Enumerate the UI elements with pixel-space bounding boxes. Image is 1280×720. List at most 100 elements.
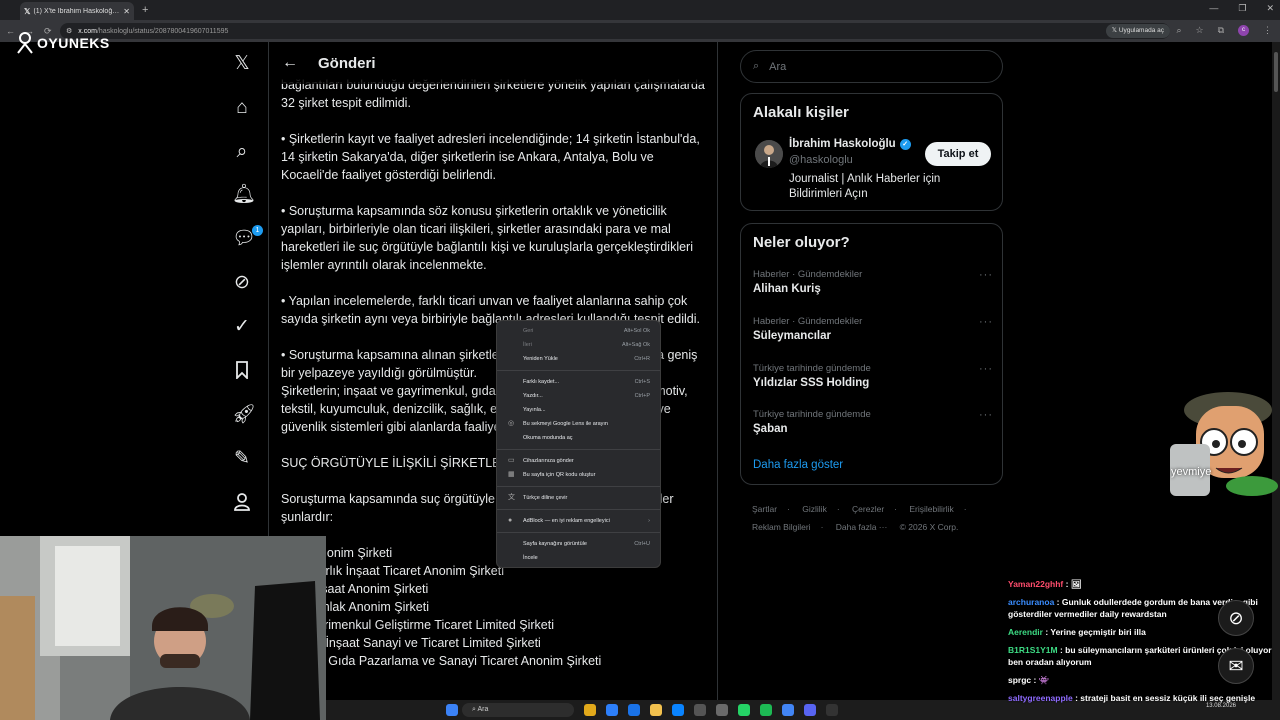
notifications-bell-icon[interactable]: 🔔︎ — [232, 185, 256, 205]
messages-icon[interactable]: 💬︎ 1 — [232, 225, 263, 249]
trends-title: Neler oluyor? — [753, 234, 850, 251]
chat-text: 👾 — [1038, 675, 1050, 685]
menu-item-label: Bu sekmeyi Google Lens ile arayın — [523, 421, 608, 427]
back-nav-icon[interactable]: ← — [6, 26, 15, 36]
context-menu-item[interactable]: İncele — [497, 551, 660, 565]
chat-username[interactable]: B1R1S1Y1M — [1008, 645, 1058, 655]
grok-icon[interactable]: ⊘ — [232, 273, 252, 293]
extensions-icon[interactable]: ⧉ — [1218, 25, 1224, 36]
bookmarks-icon[interactable] — [232, 361, 252, 381]
scrollbar-thumb[interactable] — [1274, 52, 1278, 92]
person-handle[interactable]: @haskologlu — [789, 154, 853, 166]
avatar[interactable] — [755, 140, 783, 168]
close-window-icon[interactable]: ✕ — [1266, 3, 1274, 14]
x-logo-icon[interactable]: 𝕏 — [232, 54, 252, 74]
taskbar-app-icon[interactable] — [716, 704, 728, 716]
context-menu-item[interactable]: Okuma modunda aç — [497, 431, 660, 445]
chat-separator: : — [1031, 675, 1039, 685]
menu-item-label: İncele — [523, 555, 538, 561]
footer-link[interactable]: Reklam Bilgileri — [752, 522, 811, 532]
explore-search-icon[interactable]: ⌕ — [232, 142, 252, 162]
menu-item-label: İleri — [523, 342, 532, 348]
zoom-icon[interactable]: ⌕ — [1176, 25, 1181, 36]
edit-list-icon[interactable]: ✎ — [232, 449, 252, 469]
footer-link[interactable]: Erişilebilirlik — [909, 504, 953, 514]
search-placeholder: Ara — [769, 60, 787, 73]
taskbar-app-icon[interactable] — [606, 704, 618, 716]
menu-separator — [497, 486, 660, 487]
minimize-icon[interactable]: — — [1209, 3, 1218, 14]
chat-username[interactable]: Aerendir — [1008, 627, 1043, 637]
context-menu-item[interactable]: 文 Türkçe diline çevir — [497, 491, 660, 505]
rocket-icon[interactable]: 🚀︎ — [232, 405, 256, 425]
more-options-icon[interactable]: ··· — [979, 409, 993, 421]
taskbar-app-icon[interactable] — [628, 704, 640, 716]
context-menu-item[interactable]: İleri Alt+Sağ Ok — [497, 338, 660, 352]
chat-username[interactable]: saltygreenapple — [1008, 693, 1073, 703]
taskbar-app-icon[interactable] — [694, 704, 706, 716]
taskbar-app-icon[interactable] — [738, 704, 750, 716]
context-menu-item[interactable]: Yayınla... — [497, 403, 660, 417]
address-bar[interactable]: ⚙ x.com/haskologlu/status/20878004196070… — [60, 23, 1170, 39]
context-menu-item[interactable]: Yazdır... Ctrl+P — [497, 389, 660, 403]
search-icon: ⌕ — [753, 60, 760, 72]
more-options-icon[interactable]: ··· — [979, 316, 993, 328]
menu-item-label: Yazdır... — [523, 393, 543, 399]
home-icon[interactable]: ⌂ — [232, 98, 252, 118]
trend-item[interactable]: Türkiye tarihinde gündemde Yıldızlar SSS… — [753, 363, 993, 389]
spotify-icon[interactable] — [760, 704, 772, 716]
maximize-icon[interactable]: ❐ — [1238, 3, 1246, 14]
menu-kebab-icon[interactable]: ⋮ — [1263, 25, 1272, 36]
menu-item-label: Sayfa kaynağını görüntüle — [523, 541, 587, 547]
taskbar-app-icon[interactable] — [826, 704, 838, 716]
trend-item[interactable]: Türkiye tarihinde gündemde Şaban ··· — [753, 409, 993, 435]
context-menu-item[interactable]: Yeniden Yükle Ctrl+R — [497, 352, 660, 366]
chat-username[interactable]: Yaman22ghhf — [1008, 579, 1063, 589]
follow-button[interactable]: Takip et — [925, 142, 991, 166]
menu-item-label: Geri — [523, 328, 534, 334]
context-menu-item[interactable]: ▭ Cihazlarınıza gönder — [497, 454, 660, 468]
chrome-icon[interactable] — [782, 704, 794, 716]
profile-avatar[interactable]: c — [1238, 25, 1249, 36]
search-input[interactable]: ⌕ Ara — [740, 50, 1003, 83]
context-menu-item[interactable]: ◎ Bu sekmeyi Google Lens ile arayın — [497, 417, 660, 431]
footer-link[interactable]: Çerezler — [852, 504, 884, 514]
footer-link[interactable]: Daha fazla ··· — [836, 522, 888, 532]
browser-tab[interactable]: 𝕏 (1) X'te İbrahim Haskoloğlu: "S... ✕ — [20, 2, 134, 20]
chat-username[interactable]: sprgc — [1008, 675, 1031, 685]
new-tab-icon[interactable]: + — [142, 4, 148, 16]
more-options-icon[interactable]: ··· — [979, 363, 993, 375]
context-menu-item[interactable]: ▦ Bu sayfa için QR kodu oluştur — [497, 468, 660, 482]
window-controls: — ❐ ✕ — [1209, 3, 1274, 14]
show-more-link[interactable]: Daha fazla göster — [753, 459, 843, 471]
folder-icon[interactable] — [650, 704, 662, 716]
context-menu-item[interactable]: Geri Alt+Sol Ok — [497, 324, 660, 338]
footer-link[interactable]: Gizlilik — [802, 504, 827, 514]
taskbar-app-icon[interactable] — [672, 704, 684, 716]
menu-item-shortcut: Ctrl+S — [634, 379, 650, 385]
person-name[interactable]: İbrahim Haskoloğlu ✓ — [789, 138, 911, 150]
context-menu-item[interactable]: Sayfa kaynağını görüntüle Ctrl+U — [497, 537, 660, 551]
verified-check-icon[interactable]: ✓ — [232, 317, 252, 337]
taskbar-app-icon[interactable] — [804, 704, 816, 716]
taskbar-app-icon[interactable] — [584, 704, 596, 716]
profile-icon[interactable] — [232, 493, 252, 513]
trend-item[interactable]: Haberler · Gündemdekiler Süleymancılar ·… — [753, 316, 993, 342]
chat-text: 🖼 — [1070, 579, 1082, 589]
trend-item[interactable]: Haberler · Gündemdekiler Alihan Kuriş ··… — [753, 269, 993, 295]
windows-start-icon[interactable] — [446, 704, 458, 716]
context-menu-item[interactable]: Farklı kaydet... Ctrl+S — [497, 375, 660, 389]
menu-item-label: Yeniden Yükle — [523, 356, 558, 362]
close-tab-icon[interactable]: ✕ — [123, 7, 130, 16]
grok-float-button[interactable]: ⊘ — [1218, 600, 1254, 636]
chat-username[interactable]: archuranoa — [1008, 597, 1054, 607]
messages-float-button[interactable]: ✉ — [1218, 648, 1254, 684]
open-in-app-chip[interactable]: 𝕏 Uygulamada aç — [1105, 24, 1170, 38]
bookmark-star-icon[interactable]: ☆ — [1195, 25, 1203, 36]
back-arrow-icon[interactable]: ← — [282, 54, 298, 72]
footer-link[interactable]: Şartlar — [752, 504, 777, 514]
context-menu-item[interactable]: ● AdBlock — en iyi reklam engelleyici › — [497, 514, 660, 528]
taskbar-search[interactable]: ⌕ Ara — [462, 703, 574, 717]
more-options-icon[interactable]: ··· — [979, 269, 993, 281]
chat-separator: : — [1063, 579, 1071, 589]
